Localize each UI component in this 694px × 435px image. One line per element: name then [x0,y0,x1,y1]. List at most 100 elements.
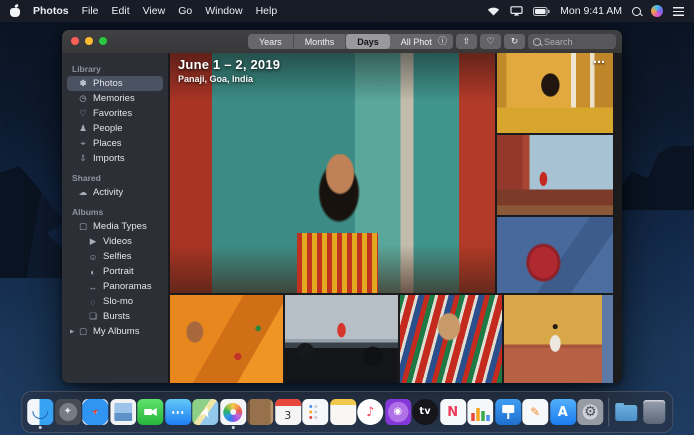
places-icon: ⌖ [78,138,88,149]
close-button[interactable] [71,37,79,45]
calendar-day-number: 3 [284,410,291,421]
window-controls [71,37,107,45]
battery-icon[interactable] [533,7,550,16]
dock-numbers-icon[interactable] [467,399,493,425]
info-button[interactable]: ⓘ [432,34,453,49]
dock-reminders-icon[interactable] [302,399,328,425]
favorite-button[interactable]: ♡ [480,34,501,49]
activity-cloud-icon: ☁ [78,187,88,198]
dock-pages-icon[interactable]: ✎ [522,399,548,425]
sidebar-item-memories[interactable]: ◷Memories [67,91,163,106]
dock-contacts-icon[interactable] [247,399,273,425]
running-indicator [39,426,42,429]
dock-keynote-icon[interactable] [495,399,521,425]
sidebar-item-my-albums[interactable]: ▶▢My Albums [67,324,163,339]
slo-mo-icon: ◌ [88,297,98,307]
menu-bar: Photos File Edit View Go Window Help Mon… [0,0,694,22]
sidebar-item-bursts[interactable]: ❏Bursts [67,309,163,324]
dock-tv-icon[interactable]: tv [412,399,438,425]
apple-menu-icon[interactable] [10,5,20,17]
rotate-button[interactable]: ↻ [504,34,525,49]
photo-red-headscarf-blue-wall[interactable] [497,217,613,293]
sidebar-item-panoramas[interactable]: ↔Panoramas [67,279,163,294]
dock-launchpad-icon[interactable]: ✦ [55,399,81,425]
photo-dancer-yellow-wall[interactable] [504,295,613,383]
notification-center-icon[interactable] [673,7,684,16]
sidebar-item-favorites[interactable]: ♡Favorites [67,106,163,121]
dock-downloads-folder-icon[interactable] [613,399,639,425]
dock-facetime-icon[interactable] [137,399,163,425]
menu-go[interactable]: Go [178,5,192,17]
menu-file[interactable]: File [82,5,99,17]
view-segmented-control: Years Months Days All Photos [248,34,452,49]
menu-edit[interactable]: Edit [112,5,130,17]
spotlight-icon[interactable] [632,7,641,16]
tab-months[interactable]: Months [294,34,347,49]
siri-icon[interactable] [651,5,663,17]
wallpaper-cliff-left [0,166,64,278]
zoom-button[interactable] [99,37,107,45]
photo-hero-woman-teal-wall[interactable]: June 1 – 2, 2019 Panaji, Goa, India [170,53,495,293]
dock-separator [608,398,609,426]
app-menu-title[interactable]: Photos [33,5,69,17]
dock-podcasts-icon[interactable]: ◉ [385,399,411,425]
dock-mail-icon[interactable] [110,399,136,425]
sidebar-item-places[interactable]: ⌖Places [67,136,163,151]
dock-trash-icon[interactable] [643,400,665,424]
more-options-button[interactable]: ⋯ [593,55,606,69]
location-label: Panaji, Goa, India [178,74,280,84]
sidebar-item-activity[interactable]: ☁Activity [67,185,163,200]
sidebar-item-imports[interactable]: ⇩Imports [67,151,163,166]
videos-icon: ▶ [88,236,98,247]
imports-icon: ⇩ [78,153,88,164]
bursts-icon: ❏ [88,311,98,322]
tab-days[interactable]: Days [346,34,390,49]
dock-calendar-icon[interactable]: 3 [275,399,301,425]
sidebar-item-media-types[interactable]: ▢Media Types [67,219,163,234]
airplay-display-icon[interactable] [510,6,523,16]
my-albums-icon: ▢ [78,326,88,337]
dock: ✦ ➤ 3 ♪ ◉ tv N ✎ A ⚙ [21,391,673,433]
dock-safari-icon[interactable]: ➤ [82,399,108,425]
photo-woman-orange-scarf[interactable] [170,295,283,383]
dock-photos-icon[interactable] [220,399,246,425]
sidebar-item-slo-mo[interactable]: ◌Slo-mo [67,294,163,309]
dock-app-store-icon[interactable]: A [550,399,576,425]
photo-hand-striped-cloth[interactable] [400,295,502,383]
sidebar-section-albums: Albums [72,207,168,217]
wallpaper-cliff-right [620,146,694,210]
date-range-label: June 1 – 2, 2019 [178,57,280,72]
photo-man-yellow-building[interactable]: ⋯ [497,53,613,133]
panoramas-icon: ↔ [88,282,98,292]
sidebar-item-portrait[interactable]: ◐Portrait [67,264,163,279]
disclosure-triangle-icon[interactable]: ▶ [70,329,74,335]
tab-years[interactable]: Years [248,34,294,49]
people-icon: ♟ [78,123,88,134]
menu-window[interactable]: Window [205,5,242,17]
sidebar-item-photos[interactable]: ✽Photos [67,76,163,91]
menu-bar-clock[interactable]: Mon 9:41 AM [560,5,622,17]
dock-system-preferences-icon[interactable]: ⚙ [577,399,603,425]
sidebar: Library ✽Photos ◷Memories ♡Favorites ♟Pe… [62,53,169,383]
dock-messages-icon[interactable] [165,399,191,425]
dock-maps-icon[interactable] [192,399,218,425]
sidebar-item-people[interactable]: ♟People [67,121,163,136]
heart-icon: ♡ [486,37,494,46]
wifi-icon[interactable] [487,6,500,16]
sidebar-item-selfies[interactable]: ☺Selfies [67,249,163,264]
search-input[interactable] [544,37,611,47]
share-button[interactable]: ⇧ [456,34,477,49]
search-field[interactable] [528,34,616,49]
photo-child-red-dress-rocks[interactable] [285,295,398,383]
dock-finder-icon[interactable] [27,399,53,425]
menu-help[interactable]: Help [256,5,278,17]
dock-notes-icon[interactable] [330,399,356,425]
info-icon: ⓘ [438,37,447,46]
dock-news-icon[interactable]: N [440,399,466,425]
dock-music-icon[interactable]: ♪ [357,399,383,425]
minimize-button[interactable] [85,37,93,45]
sidebar-item-videos[interactable]: ▶Videos [67,234,163,249]
photo-red-sari-archway[interactable] [497,135,613,215]
menu-view[interactable]: View [143,5,166,17]
window-titlebar[interactable]: Years Months Days All Photos ⓘ ⇧ ♡ ↻ [62,30,622,54]
